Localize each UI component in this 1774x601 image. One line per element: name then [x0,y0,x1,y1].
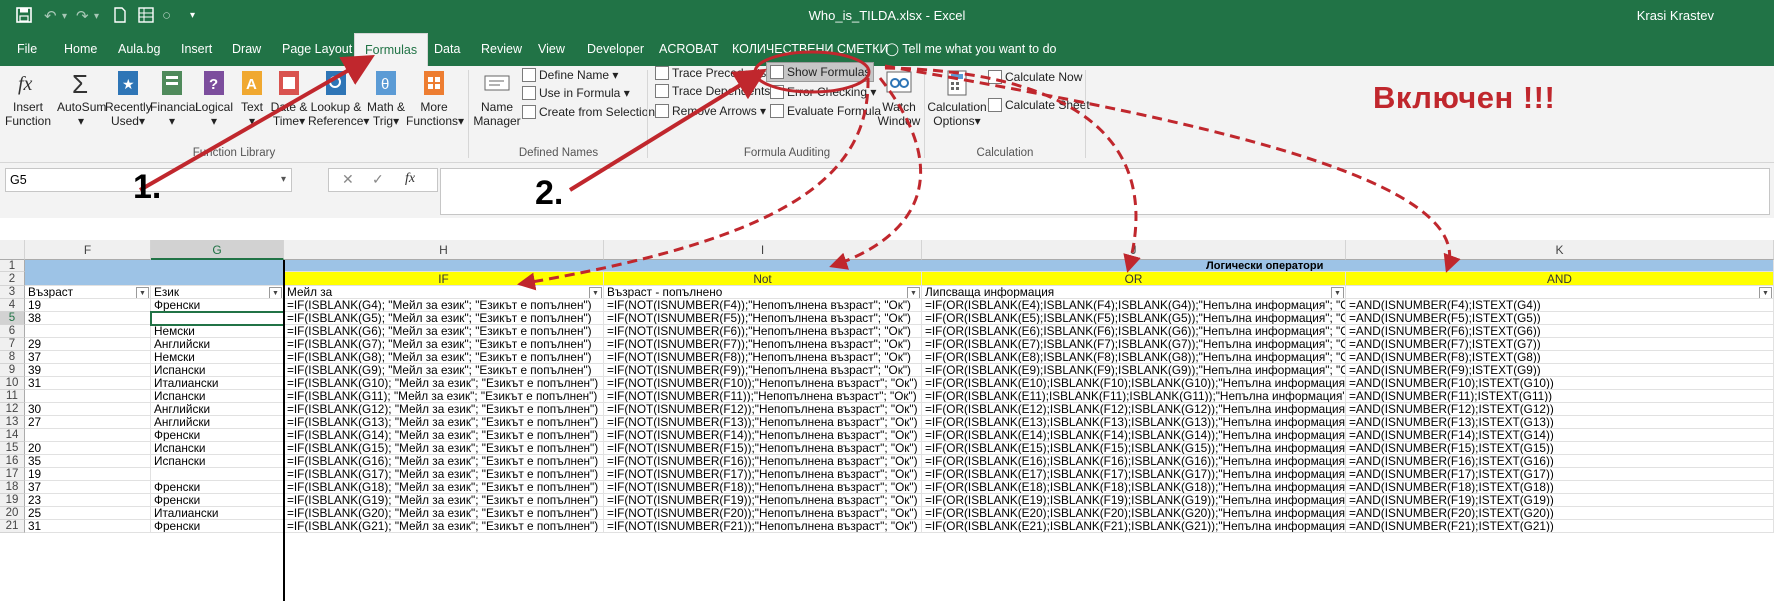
arrow-step-1 [139,55,375,192]
show-formulas-highlight [753,50,871,94]
dashed-arrow-to-i4 [829,77,922,270]
dashed-arrow-to-j4 [884,66,1141,273]
dashed-arrow-to-k4 [884,64,1461,273]
step-1-label: 1. [133,168,162,206]
dashed-arrow-to-h4 [517,77,870,291]
arrow-step-2 [568,68,767,192]
annotation-overlay [139,50,1461,291]
step-2-label: 2. [535,174,564,212]
excel-window: ↶ ▾ ↷ ▾ ○ ▾ Who_is_TILDA.xlsx - Excel Kr… [0,0,1774,601]
